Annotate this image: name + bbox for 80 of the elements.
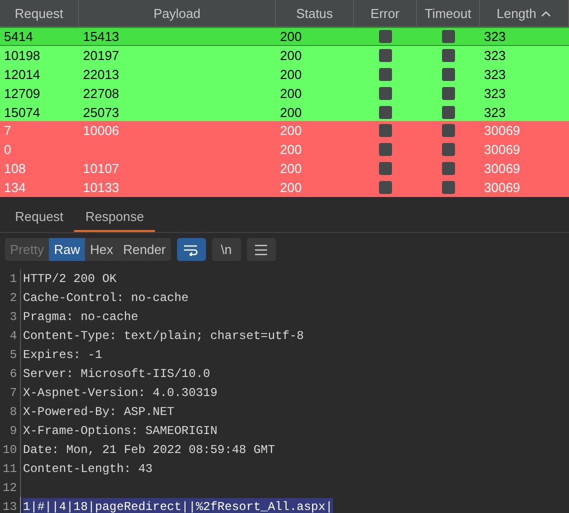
table-cell: 200 — [280, 66, 302, 82]
code-line: Date: Mon, 21 Feb 2022 08:59:48 GMT — [23, 442, 276, 457]
table-cell: 10198 — [4, 48, 40, 63]
column-header[interactable]: Timeout — [417, 0, 480, 26]
table-cell: 12709 — [4, 86, 40, 101]
view-mode-button[interactable]: Raw — [48, 238, 85, 262]
table-cell: 0 — [4, 142, 12, 158]
table-cell: 200 — [280, 161, 302, 176]
column-header[interactable]: Status — [276, 0, 354, 26]
table-cell: 10133 — [83, 180, 120, 196]
table-cell: 200 — [280, 28, 302, 44]
column-header[interactable]: Payload — [79, 0, 276, 26]
result-row[interactable]: 5414 15413 200 323 — [0, 27, 569, 46]
newline-button[interactable]: \n — [212, 238, 241, 262]
tab[interactable]: Request — [4, 204, 74, 232]
line-number: 11 — [2, 462, 18, 476]
view-mode-button[interactable]: Render — [118, 238, 171, 262]
column-header[interactable]: Request — [0, 0, 79, 26]
result-row[interactable]: 12014 22013 200 323 — [0, 64, 569, 84]
table-cell: 323 — [484, 104, 506, 120]
result-row[interactable]: 10198 20197 200 323 — [0, 46, 569, 65]
code-line: Server: Microsoft-IIS/10.0 — [23, 366, 210, 381]
code-line: Expires: -1 — [23, 348, 102, 362]
line-number: 7 — [8, 386, 18, 400]
line-number: 12 — [2, 480, 18, 495]
code-line: Content-Length: 43 — [23, 462, 153, 476]
line-number: 1 — [8, 272, 18, 286]
table-cell: 5414 — [4, 28, 33, 44]
column-header[interactable]: Error — [354, 0, 417, 26]
word-wrap-button[interactable] — [176, 238, 206, 262]
table-cell: 30069 — [484, 142, 520, 158]
result-row[interactable]: 12709 22708 200 323 — [0, 84, 569, 103]
table-cell: 25073 — [83, 104, 120, 120]
code-line: X-Powered-By: ASP.NET — [23, 404, 174, 419]
code-line: X-Aspnet-Version: 4.0.30319 — [23, 386, 218, 400]
table-cell: 108 — [4, 161, 26, 176]
table-cell: 134 — [4, 180, 26, 196]
table-cell: 323 — [484, 48, 506, 63]
table-cell: 10107 — [83, 161, 120, 176]
table-cell: 200 — [280, 86, 302, 101]
line-number: 9 — [8, 424, 18, 438]
line-number: 13 — [2, 500, 18, 513]
view-mode-button[interactable]: Hex — [84, 238, 118, 262]
table-cell: 200 — [280, 104, 302, 120]
table-cell: 200 — [280, 180, 302, 196]
table-cell: 30069 — [484, 123, 520, 138]
table-cell: 15413 — [83, 28, 120, 44]
table-cell: 20197 — [83, 48, 120, 63]
table-cell: 22013 — [83, 66, 120, 82]
line-number: 4 — [8, 328, 18, 343]
menu-button[interactable] — [246, 238, 276, 262]
table-cell: 323 — [484, 86, 506, 101]
table-cell: 30069 — [484, 180, 520, 196]
code-line: Pragma: no-cache — [23, 310, 138, 324]
table-cell: 15074 — [4, 104, 40, 120]
line-number: 10 — [2, 442, 18, 457]
table-cell: 7 — [4, 123, 12, 138]
column-header[interactable]: Length — [480, 0, 569, 26]
wrap-icon — [183, 244, 200, 256]
table-cell: 323 — [484, 66, 506, 82]
table-cell: 323 — [484, 28, 506, 44]
code-line: Cache-Control: no-cache — [23, 290, 189, 305]
table-cell: 22708 — [83, 86, 120, 101]
table-cell: 200 — [280, 142, 302, 158]
code-line: X-Frame-Options: SAMEORIGIN — [23, 424, 218, 438]
table-cell: 12014 — [4, 66, 40, 82]
code-line: Content-Type: text/plain; charset=utf-8 — [23, 328, 304, 343]
line-number: 8 — [8, 404, 18, 419]
line-number: 3 — [8, 310, 18, 324]
table-cell: 10006 — [83, 123, 120, 138]
line-number: 6 — [8, 366, 18, 381]
menu-icon — [254, 244, 268, 256]
tab[interactable]: Response — [74, 204, 155, 232]
line-number: 5 — [8, 348, 18, 362]
line-number: 2 — [8, 290, 18, 305]
result-row[interactable]: 15074 25073 200 323 — [0, 102, 569, 122]
table-cell: 30069 — [484, 161, 520, 176]
table-cell: 200 — [280, 123, 302, 138]
code-line: HTTP/2 200 OK — [23, 272, 117, 286]
table-cell: 200 — [280, 48, 302, 63]
